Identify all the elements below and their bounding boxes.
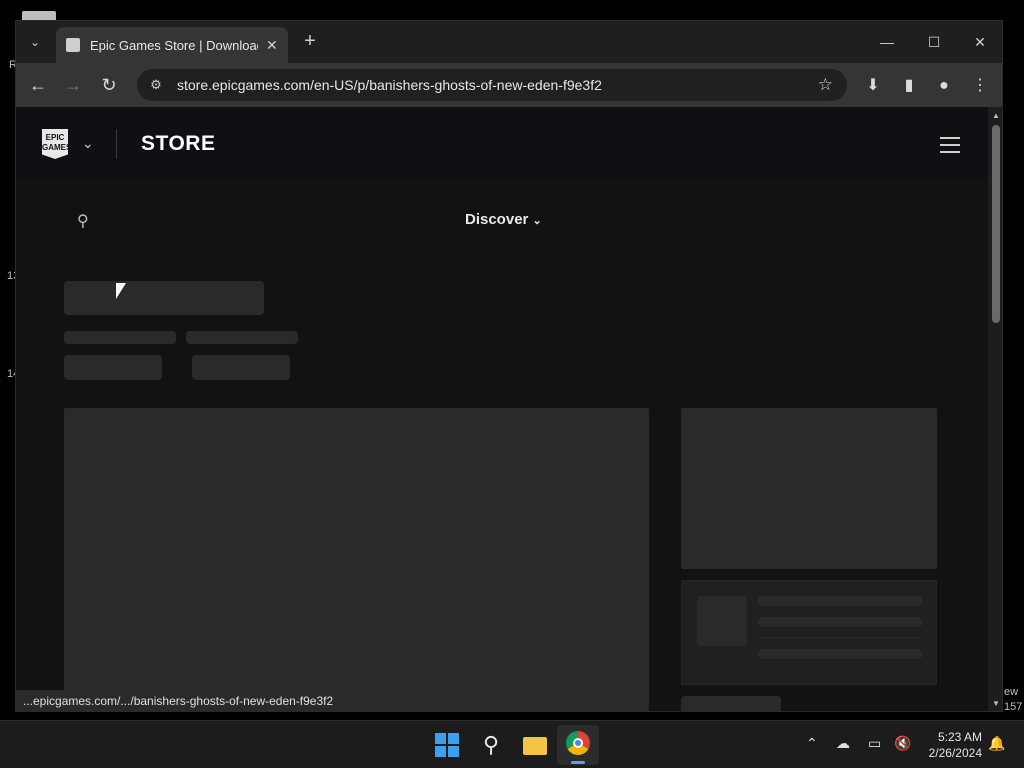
- desktop-text-fragment: ew: [1004, 686, 1019, 698]
- text-skeleton: [758, 617, 922, 627]
- maximize-button[interactable]: ☐: [919, 31, 949, 53]
- divider-skeleton: [758, 637, 922, 638]
- hamburger-menu-icon[interactable]: [940, 137, 960, 153]
- site-info-icon[interactable]: ⚙: [147, 76, 165, 94]
- taskbar: ⚲ ⌃ ☁ ▭ 🔇 5:23 AM 2/26/2024 🔔: [0, 720, 1024, 768]
- chevron-down-icon[interactable]: ⌄: [82, 135, 94, 152]
- tag-skeleton: [64, 355, 162, 380]
- mouse-cursor-icon: [116, 283, 126, 299]
- epic-favicon-icon: [66, 38, 80, 52]
- address-url: store.epicgames.com/en-US/p/banishers-gh…: [177, 77, 602, 93]
- minimize-button[interactable]: —: [872, 31, 902, 53]
- thumbnail-skeleton: [697, 596, 747, 646]
- browser-window: ⌄ Epic Games Store | Download & ✕ + — ☐ …: [15, 20, 1003, 712]
- download-icon[interactable]: ⬇: [862, 75, 884, 97]
- file-explorer-icon[interactable]: [521, 731, 549, 759]
- discover-label: Discover: [465, 211, 529, 228]
- new-tab-button[interactable]: +: [299, 30, 321, 52]
- nav-divider: [116, 129, 117, 159]
- rating-skeleton: [186, 331, 298, 344]
- back-button[interactable]: ←: [25, 73, 51, 97]
- chrome-taskbar-button[interactable]: [557, 725, 599, 765]
- bookmark-star-icon[interactable]: ☆: [818, 75, 833, 95]
- media-carousel-skeleton: [64, 408, 649, 711]
- scrollbar-thumb[interactable]: [992, 125, 1000, 323]
- chrome-icon: [566, 731, 590, 755]
- notifications-bell-icon[interactable]: 🔔: [988, 735, 1005, 752]
- browser-toolbar: ← → ↻ ⚙ store.epicgames.com/en-US/p/bani…: [16, 63, 1002, 107]
- tab-search-button[interactable]: ⌄: [22, 29, 48, 55]
- link-status-bubble: ...epicgames.com/.../banishers-ghosts-of…: [15, 690, 342, 712]
- tab-title: Epic Games Store | Download &: [90, 37, 258, 53]
- profile-icon[interactable]: ●: [933, 75, 955, 97]
- title-skeleton: [64, 281, 264, 315]
- tab-strip: ⌄ Epic Games Store | Download & ✕ + — ☐ …: [16, 21, 1002, 63]
- onedrive-icon[interactable]: ☁: [836, 735, 850, 752]
- network-icon[interactable]: ▭: [868, 735, 881, 752]
- store-top-nav: EPIC GAMES ⌄ STORE: [16, 107, 988, 181]
- store-page: EPIC GAMES ⌄ STORE ⚲ Discover ⌄: [16, 107, 988, 711]
- text-skeleton: [758, 596, 922, 606]
- game-logo-skeleton: [681, 408, 937, 569]
- chevron-up-icon[interactable]: ⌃: [806, 735, 818, 752]
- text-skeleton: [758, 649, 922, 659]
- search-icon[interactable]: ⚲: [477, 731, 505, 759]
- browser-menu-icon[interactable]: ⋮: [969, 75, 991, 97]
- reload-button[interactable]: ↻: [96, 73, 122, 97]
- chevron-down-icon: ⌄: [29, 35, 41, 49]
- discover-dropdown[interactable]: Discover ⌄: [465, 211, 542, 228]
- search-icon[interactable]: ⚲: [77, 211, 89, 231]
- tab-close-icon[interactable]: ✕: [266, 37, 278, 54]
- button-skeleton: [681, 696, 781, 711]
- purchase-panel-skeleton: [681, 580, 937, 685]
- close-window-button[interactable]: ✕: [965, 31, 995, 53]
- forward-button[interactable]: →: [60, 73, 86, 97]
- chevron-down-icon: ⌄: [532, 215, 542, 227]
- windows-start-icon[interactable]: [433, 731, 461, 759]
- volume-icon[interactable]: 🔇: [894, 735, 911, 752]
- tab-epic-store[interactable]: Epic Games Store | Download & ✕: [56, 27, 288, 63]
- epic-games-logo[interactable]: EPIC GAMES: [42, 129, 68, 159]
- tag-skeleton: [192, 355, 290, 380]
- rating-skeleton: [64, 331, 176, 344]
- desktop-text-fragment: 157: [1004, 701, 1023, 713]
- clock-date: 2/26/2024: [928, 746, 982, 760]
- address-bar[interactable]: ⚙ store.epicgames.com/en-US/p/banishers-…: [137, 69, 847, 101]
- clock-time: 5:23 AM: [937, 730, 982, 744]
- side-panel-icon[interactable]: ▮: [898, 75, 920, 97]
- page-scrollbar[interactable]: ▲ ▼: [988, 107, 1002, 711]
- store-title[interactable]: STORE: [141, 132, 215, 156]
- clock[interactable]: 5:23 AM 2/26/2024: [920, 729, 982, 761]
